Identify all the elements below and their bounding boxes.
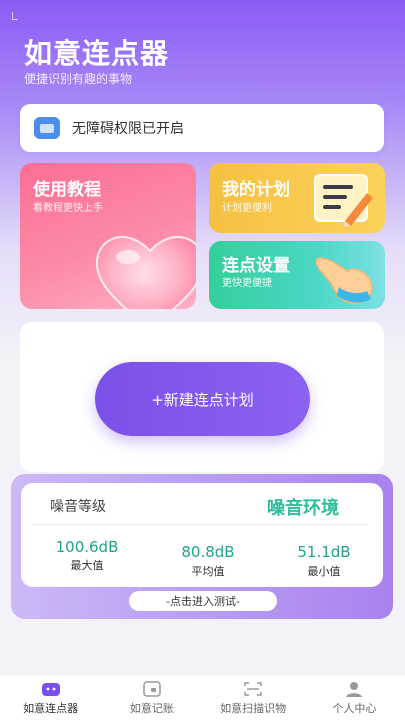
plan-subtitle: 计划更便利 [222,203,272,214]
average-value: 80.8dB [181,543,235,561]
tab-ledger[interactable]: 如意记账 [101,675,202,720]
noise-level-label: 噪音等级 [50,499,106,515]
plan-title: 我的计划 [222,180,290,200]
tab-clicker-label: 如意连点器 [23,702,79,715]
start-test-button[interactable]: -点击进入测试- [129,591,277,611]
notepad-icon [314,174,373,227]
scan-icon [244,682,262,696]
accessibility-permission-card[interactable]: 无障碍权限已开启 [20,104,384,152]
robot-icon [41,683,60,696]
new-click-plan-button[interactable]: +新建连点计划 [95,362,310,436]
status-corner-icon [12,12,18,20]
app-subtitle: 便捷识别有趣的事物 [24,72,133,86]
tutorial-subtitle: 看教程更快上手 [33,203,103,214]
tab-scan-label: 如意扫描识物 [220,702,287,715]
ledger-icon [143,681,161,697]
my-plan-card[interactable]: 我的计划 计划更便利 [209,163,385,233]
max-label: 最大值 [70,559,104,572]
user-icon [346,682,363,697]
permission-status-text: 无障碍权限已开启 [72,121,184,137]
settings-title: 连点设置 [222,256,290,276]
tab-ledger-label: 如意记账 [129,702,174,715]
tutorial-title: 使用教程 [33,180,101,200]
app-title: 如意连点器 [24,37,170,70]
noise-environment-label: 噪音环境 [267,498,339,519]
click-settings-card[interactable]: 连点设置 更快更便捷 [209,241,385,309]
settings-subtitle: 更快更便捷 [222,278,272,289]
tutorial-card[interactable]: 使用教程 看教程更快上手 [20,163,196,309]
tab-profile[interactable]: 个人中心 [304,675,405,720]
accessibility-icon [34,117,60,139]
max-value: 100.6dB [55,538,119,556]
divider [32,524,368,525]
min-label: 最小值 [307,565,341,578]
tab-clicker[interactable]: 如意连点器 [0,675,101,720]
average-label: 平均值 [191,565,225,578]
bottom-tab-bar: 如意连点器 如意记账 如意扫描识物 个人中心 [0,674,405,720]
heart-icon [95,236,196,309]
tab-scan[interactable]: 如意扫描识物 [203,675,304,720]
hand-pointer-icon [315,257,373,304]
min-value: 51.1dB [297,543,351,561]
tab-profile-label: 个人中心 [332,702,377,715]
